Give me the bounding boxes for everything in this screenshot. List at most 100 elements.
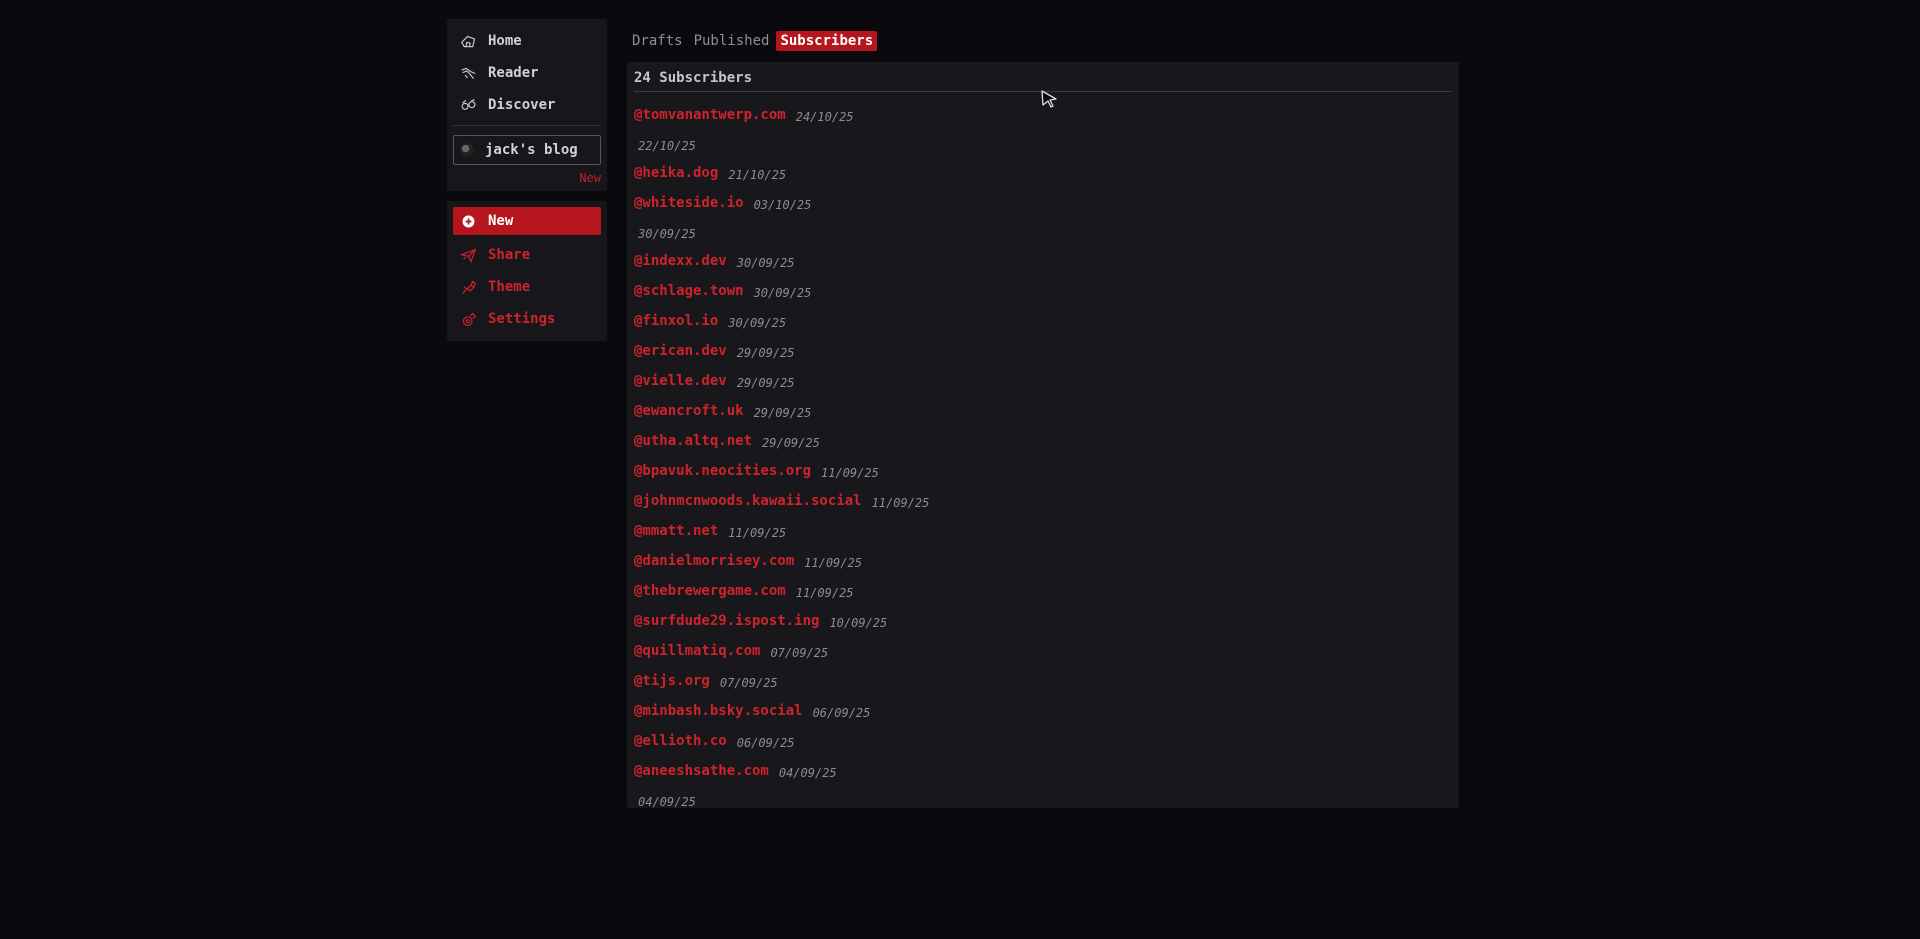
sidebar-item-label: Home	[488, 33, 522, 49]
subscriber-handle[interactable]: @erican.dev	[634, 343, 727, 359]
list-item: 22/10/25	[634, 130, 1452, 158]
list-item: @finxol.io 30/09/25	[634, 306, 1452, 336]
list-item: 30/09/25	[634, 218, 1452, 246]
subscribed-date: 11/09/25	[804, 556, 862, 570]
new-blog-link[interactable]: New	[453, 165, 601, 185]
list-item: 04/09/25	[634, 786, 1452, 814]
list-item: @indexx.dev 30/09/25	[634, 246, 1452, 276]
theme-button[interactable]: Theme	[453, 271, 601, 303]
list-item: @quillmatiq.com 07/09/25	[634, 636, 1452, 666]
new-post-label: New	[488, 213, 514, 229]
subscribed-date: 29/09/25	[762, 436, 820, 450]
paper-plane-icon	[459, 246, 477, 264]
list-item: @mmatt.net 11/09/25	[634, 516, 1452, 546]
reader-icon	[459, 64, 477, 82]
list-item: @johnmcnwoods.kawaii.social 11/09/25	[634, 486, 1452, 516]
subscribed-date: 11/09/25	[795, 586, 854, 600]
subscriber-handle[interactable]: @ellioth.co	[634, 733, 727, 749]
blog-name: jack's blog	[485, 142, 578, 158]
subscriber-handle[interactable]: @aneeshsathe.com	[634, 763, 769, 779]
share-button[interactable]: Share	[453, 239, 601, 271]
subscriber-handle[interactable]: @bpavuk.neocities.org	[634, 463, 811, 479]
sidebar-item-discover[interactable]: Discover	[453, 89, 601, 121]
plus-circle-icon	[459, 212, 477, 230]
settings-label: Settings	[488, 311, 556, 327]
nav-panel: Home Reader Discover jack's blog New	[447, 19, 607, 191]
list-item: @vielle.dev 29/09/25	[634, 366, 1452, 396]
subscriber-handle[interactable]: @quillmatiq.com	[634, 643, 760, 659]
subscribed-date: 06/09/25	[736, 736, 795, 750]
mouse-cursor-icon	[1040, 89, 1058, 113]
subscriber-handle[interactable]: @johnmcnwoods.kawaii.social	[634, 493, 862, 509]
subscriber-handle[interactable]: @tijs.org	[634, 673, 710, 689]
subscribed-date: 11/09/25	[871, 496, 930, 510]
list-item: @schlage.town 30/09/25	[634, 276, 1452, 306]
tab-drafts[interactable]: Drafts	[628, 31, 687, 51]
list-item: @whiteside.io 03/10/25	[634, 188, 1452, 218]
subscribed-date: 30/09/25	[728, 316, 787, 330]
subscribed-date: 03/10/25	[753, 198, 812, 212]
list-item: @utha.altq.net 29/09/25	[634, 426, 1452, 456]
subscriber-handle[interactable]: @ewancroft.uk	[634, 403, 744, 419]
list-item: @heika.dog 21/10/25	[634, 158, 1452, 188]
sidebar-item-label: Reader	[488, 65, 539, 81]
subscriber-handle[interactable]: @finxol.io	[634, 313, 718, 329]
list-item: @bpavuk.neocities.org 11/09/25	[634, 456, 1452, 486]
discover-icon	[459, 96, 477, 114]
share-label: Share	[488, 247, 531, 263]
subscriber-handle[interactable]: @thebrewergame.com	[634, 583, 786, 599]
sidebar-item-reader[interactable]: Reader	[453, 57, 601, 89]
settings-button[interactable]: Settings	[453, 303, 601, 335]
subscribed-date: 24/10/25	[795, 110, 854, 124]
subscribed-date: 10/09/25	[829, 616, 888, 630]
sidebar: Home Reader Discover jack's blog New New	[447, 19, 607, 341]
home-icon	[459, 32, 477, 50]
subscribed-date: 29/09/25	[736, 346, 795, 360]
actions-panel: New Share Theme Settings	[447, 201, 607, 341]
list-item: @danielmorrisey.com 11/09/25	[634, 546, 1452, 576]
divider	[453, 125, 601, 126]
subscribed-date: 30/09/25	[638, 227, 696, 241]
subscribed-date: 04/09/25	[638, 795, 696, 809]
subscribers-panel: 24 Subscribers @tomvanantwerp.com 24/10/2…	[627, 62, 1459, 809]
blog-avatar	[460, 143, 474, 157]
subscribed-date: 11/09/25	[728, 526, 787, 540]
subscriber-handle[interactable]: @vielle.dev	[634, 373, 727, 389]
subscriber-handle[interactable]: @surfdude29.ispost.ing	[634, 613, 819, 629]
subscriber-handle[interactable]: @danielmorrisey.com	[634, 553, 794, 569]
subscriber-handle[interactable]: @indexx.dev	[634, 253, 727, 269]
sidebar-item-label: Discover	[488, 97, 556, 113]
subscriber-handle[interactable]: @whiteside.io	[634, 195, 744, 211]
subscribers-list: @tomvanantwerp.com 24/10/25 22/10/25 @heika…	[634, 100, 1452, 814]
subscriber-handle[interactable]: @minbash.bsky.social	[634, 703, 803, 719]
list-item: @tijs.org 07/09/25	[634, 666, 1452, 696]
subscribed-date: 21/10/25	[728, 168, 787, 182]
theme-label: Theme	[488, 279, 531, 295]
blog-selector[interactable]: jack's blog	[453, 135, 601, 165]
tab-published[interactable]: Published	[690, 31, 774, 51]
tab-bar: Drafts Published Subscribers	[628, 31, 880, 51]
subscribed-date: 29/09/25	[753, 406, 812, 420]
subscribed-date: 30/09/25	[753, 286, 812, 300]
subscribers-count-heading: 24 Subscribers	[634, 70, 753, 86]
subscribed-date: 22/10/25	[638, 139, 696, 153]
list-item: @ewancroft.uk 29/09/25	[634, 396, 1452, 426]
subscribed-date: 30/09/25	[736, 256, 795, 270]
subscribed-date: 06/09/25	[812, 706, 871, 720]
subscribed-date: 04/09/25	[778, 766, 837, 780]
list-item: @thebrewergame.com 11/09/25	[634, 576, 1452, 606]
list-item: @surfdude29.ispost.ing 10/09/25	[634, 606, 1452, 636]
tab-subscribers[interactable]: Subscribers	[776, 31, 878, 51]
sidebar-item-home[interactable]: Home	[453, 25, 601, 57]
new-post-button[interactable]: New	[453, 207, 601, 235]
list-item: @aneeshsathe.com 04/09/25	[634, 756, 1452, 786]
subscribed-date: 11/09/25	[821, 466, 879, 480]
subscriber-handle[interactable]: @utha.altq.net	[634, 433, 752, 449]
subscribed-date: 07/09/25	[770, 646, 829, 660]
brush-icon	[459, 278, 477, 296]
subscriber-handle[interactable]: @mmatt.net	[634, 523, 718, 539]
subscriber-handle[interactable]: @tomvanantwerp.com	[634, 107, 786, 123]
gear-icon	[459, 310, 477, 328]
subscriber-handle[interactable]: @schlage.town	[634, 283, 744, 299]
subscriber-handle[interactable]: @heika.dog	[634, 165, 718, 181]
